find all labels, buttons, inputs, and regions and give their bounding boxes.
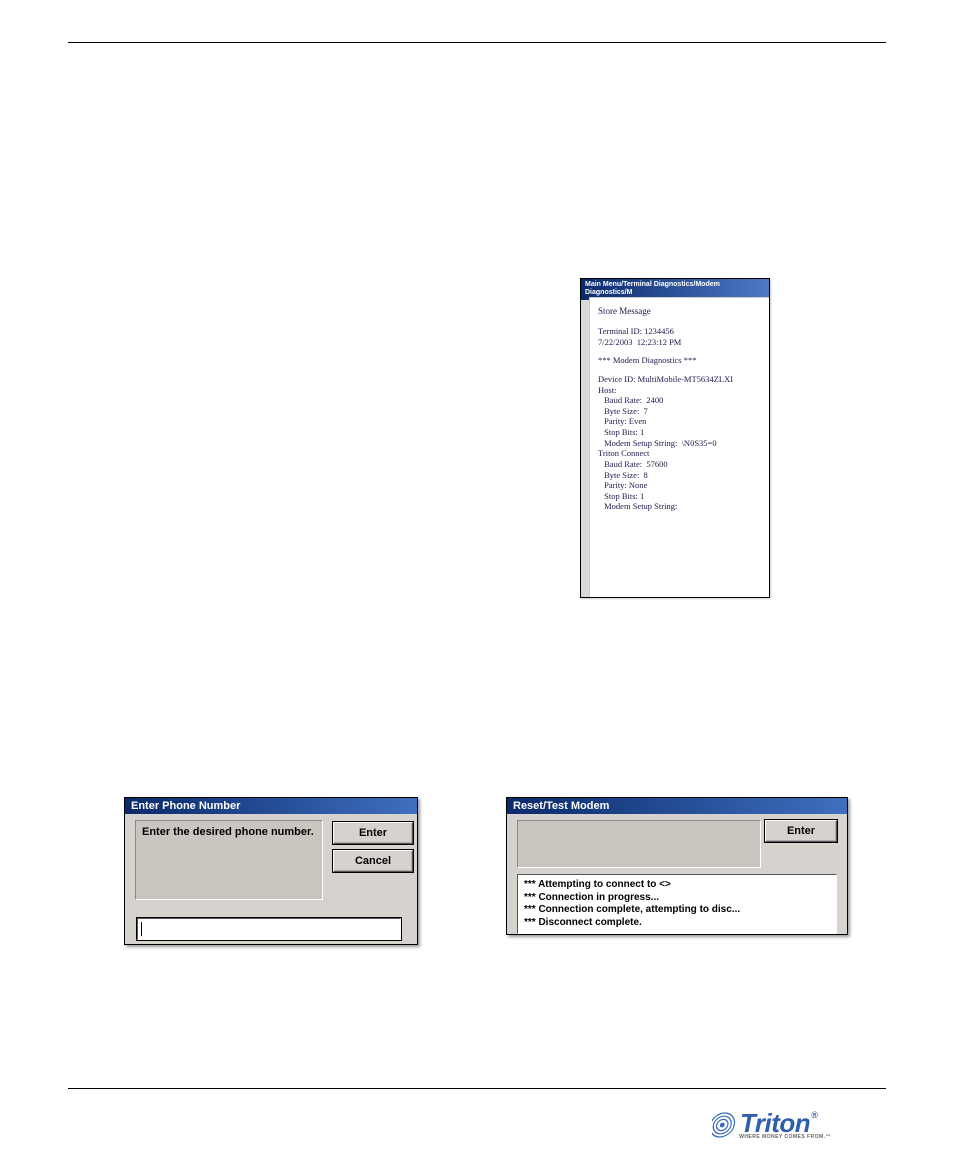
host-label: Host: xyxy=(598,385,761,396)
bottom-rule xyxy=(68,1088,886,1089)
phone-number-input[interactable] xyxy=(137,918,401,940)
top-rule xyxy=(68,42,886,43)
triton-label: Triton Connect xyxy=(598,448,761,459)
device-id-line: Device ID: MultiMobile-MT5634ZLXI xyxy=(598,374,761,385)
triton-stop: Stop Bits: 1 xyxy=(598,491,761,502)
triton-concentric-icon xyxy=(712,1112,738,1138)
host-parity: Parity: Even xyxy=(598,416,761,427)
enter-button[interactable]: Enter xyxy=(333,822,413,844)
host-stop: Stop Bits: 1 xyxy=(598,427,761,438)
modem-blank-panel xyxy=(517,820,761,868)
cancel-button[interactable]: Cancel xyxy=(333,850,413,872)
host-byte: Byte Size: 7 xyxy=(598,406,761,417)
reset-test-modem-dialog: Reset/Test Modem Enter *** Attempting to… xyxy=(506,797,848,935)
triton-parity: Parity: None xyxy=(598,480,761,491)
phone-dialog-title: Enter Phone Number xyxy=(125,798,417,814)
phone-prompt-panel: Enter the desired phone number. xyxy=(135,820,323,900)
triton-byte: Byte Size: 8 xyxy=(598,470,761,481)
section-header: *** Modem Diagnostics *** xyxy=(598,355,761,366)
brand-tagline: WHERE MONEY COMES FROM.™ xyxy=(739,1134,831,1140)
triton-setup: Modem Setup String: xyxy=(598,501,761,512)
modem-dialog-title: Reset/Test Modem xyxy=(507,798,847,814)
triton-logo: Triton® WHERE MONEY COMES FROM.™ xyxy=(712,1110,870,1146)
log-line: *** Connection in progress... xyxy=(524,892,830,905)
datetime-line: 7/22/2003 12:23:12 PM xyxy=(598,337,761,348)
terminal-id-line: Terminal ID: 1234456 xyxy=(598,326,761,337)
host-setup: Modem Setup String: \N0S35=0 xyxy=(598,438,761,449)
modem-log-output: *** Attempting to connect to <> *** Conn… xyxy=(517,874,837,934)
triton-baud: Baud Rate: 57600 xyxy=(598,459,761,470)
log-line: *** Connection complete, attempting to d… xyxy=(524,904,830,917)
log-line: *** Attempting to connect to <> xyxy=(524,879,830,892)
host-baud: Baud Rate: 2400 xyxy=(598,395,761,406)
enter-phone-number-dialog: Enter Phone Number Enter the desired pho… xyxy=(124,797,418,945)
diag-content: Store Message Terminal ID: 1234456 7/22/… xyxy=(589,297,769,597)
enter-button[interactable]: Enter xyxy=(765,820,837,842)
log-line: *** Disconnect complete. xyxy=(524,917,830,930)
modem-diagnostics-window: Main Menu/Terminal Diagnostics/Modem Dia… xyxy=(580,278,770,598)
store-message-header: Store Message xyxy=(598,306,761,316)
